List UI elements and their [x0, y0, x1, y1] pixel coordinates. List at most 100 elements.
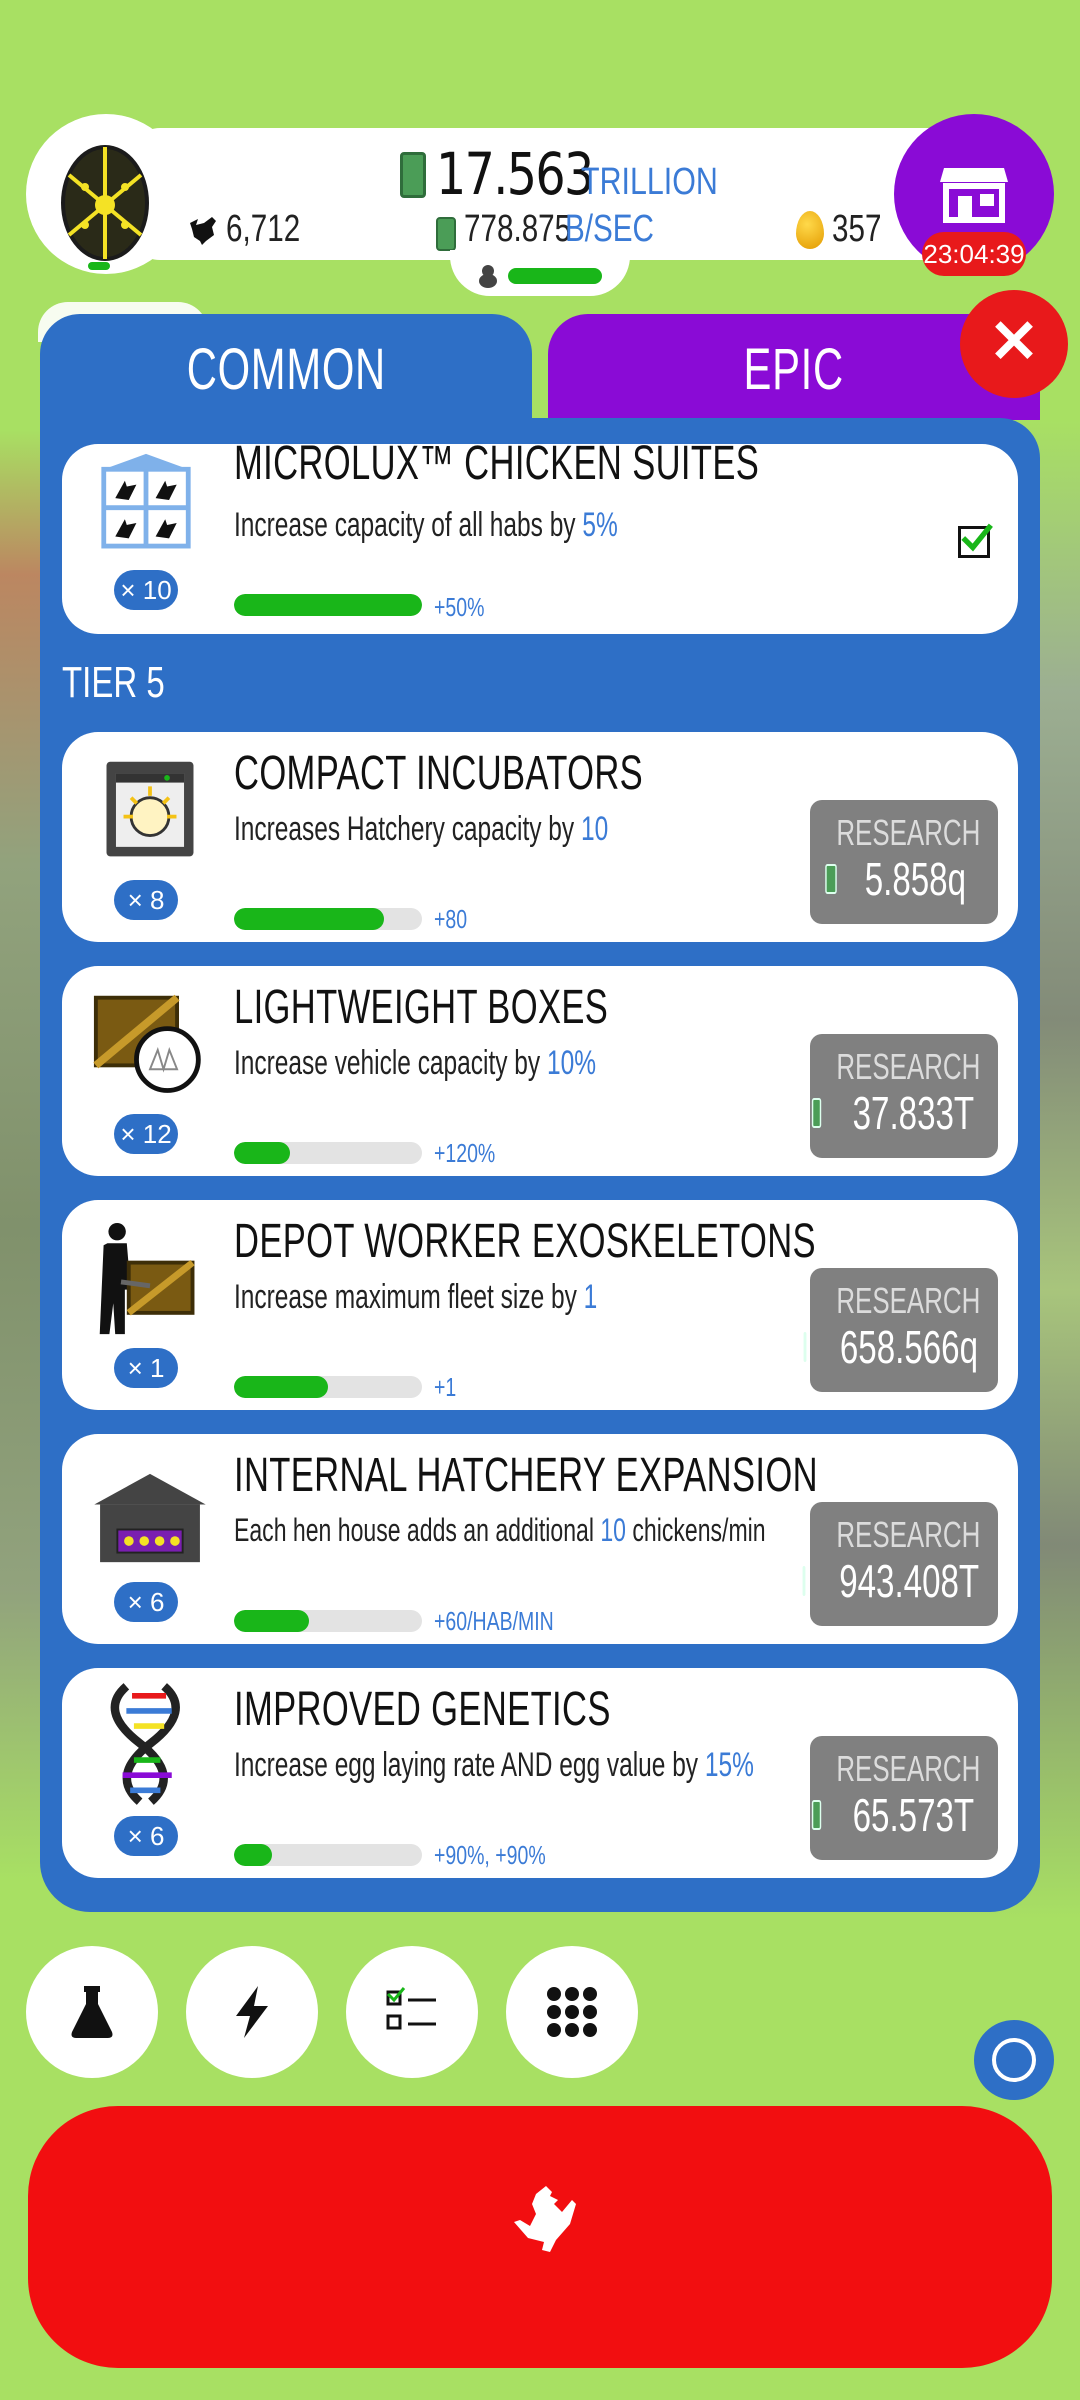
completed-checkbox: [958, 523, 993, 558]
research-progress: [234, 594, 422, 616]
enlightenment-egg-icon: [61, 145, 149, 261]
golden-egg-count: 357: [832, 208, 882, 250]
lightning-icon: [236, 1986, 268, 2038]
boosts-button[interactable]: [186, 1946, 318, 2078]
dna-icon: [110, 1683, 180, 1805]
tier-label: TIER 5: [62, 658, 165, 707]
cash-icon: [400, 152, 426, 198]
research-gain: +80: [434, 904, 468, 934]
research-progress: [234, 908, 422, 930]
research-button[interactable]: RESEARCH 5.858q: [810, 800, 998, 924]
chick-icon: [479, 265, 497, 288]
grid-menu-icon: [547, 1987, 597, 2037]
research-cost: 5.858q: [864, 853, 966, 905]
desc-text: Increase vehicle capacity by: [234, 1044, 541, 1082]
research-label: RESEARCH: [836, 1514, 981, 1555]
desc-text: Increases Hatchery capacity by: [234, 810, 575, 848]
cash-icon: [811, 1098, 822, 1128]
research-cost: 658.566q: [839, 1321, 979, 1373]
checklist-icon: [386, 1987, 436, 2030]
research-button[interactable]: RESEARCH 658.566q: [803, 1268, 998, 1392]
multiplier-badge: × 8: [114, 880, 178, 920]
research-card-compact-incubators: × 8 COMPACT INCUBATORS Increases Hatcher…: [62, 732, 1018, 942]
research-cost: 943.408T: [839, 1555, 979, 1607]
research-label: RESEARCH: [836, 1046, 981, 1087]
research-description: Increase egg laying rate AND egg value b…: [234, 1746, 754, 1785]
money-amount: 17.563: [436, 140, 594, 208]
multiplier-badge: × 6: [114, 1582, 178, 1622]
research-title: MICROLUX™ CHICKEN SUITES: [234, 437, 760, 490]
multiplier-badge: × 1: [114, 1348, 178, 1388]
research-gain: +60/HAB/MIN: [434, 1606, 554, 1636]
research-card-hatchery-expansion: × 6 INTERNAL HATCHERY EXPANSION Each hen…: [62, 1434, 1018, 1644]
rate-unit: B/SEC: [565, 208, 655, 250]
research-description: Each hen house adds an additional 10 chi…: [234, 1512, 766, 1549]
egg-indicator: [88, 262, 110, 270]
exoskeleton-worker-icon: [99, 1222, 195, 1335]
research-title: INTERNAL HATCHERY EXPANSION: [234, 1449, 818, 1502]
incubator-icon: [106, 761, 194, 857]
camera-toggle-button[interactable]: [974, 2020, 1054, 2100]
research-label: RESEARCH: [836, 1280, 981, 1321]
earning-rate: 778.875 B/SEC: [436, 208, 679, 251]
desc-text: Increase maximum fleet size by: [234, 1278, 577, 1316]
main-menu-button[interactable]: [506, 1946, 638, 2078]
close-button[interactable]: ✕: [960, 290, 1068, 398]
research-description: Increases Hatchery capacity by 10: [234, 810, 608, 849]
chicken-icon: [190, 216, 216, 245]
research-description: Increase capacity of all habs by 5%: [234, 506, 618, 545]
research-gain: +50%: [434, 592, 485, 622]
research-lab-button[interactable]: [26, 1946, 158, 2078]
desc-suffix: chickens/min: [632, 1512, 766, 1548]
money-unit: TRILLION: [580, 161, 718, 203]
research-progress: [234, 1610, 422, 1632]
multiplier-badge: × 10: [114, 570, 178, 610]
chicken-count: 6,712: [226, 208, 301, 250]
checkmark-icon: [961, 523, 993, 552]
tab-common-label: COMMON: [186, 337, 386, 402]
desc-value: 15%: [704, 1746, 754, 1784]
research-title: IMPROVED GENETICS: [234, 1683, 611, 1736]
chicken-suites-icon: [101, 453, 191, 549]
cash-icon: [824, 864, 837, 894]
research-description: Increase maximum fleet size by 1: [234, 1278, 597, 1317]
research-button[interactable]: RESEARCH 943.408T: [802, 1502, 998, 1626]
research-description: Increase vehicle capacity by 10%: [234, 1044, 596, 1083]
desc-text: Increase capacity of all habs by: [234, 506, 576, 544]
ring-icon: [992, 2038, 1036, 2082]
research-gain: +1: [434, 1372, 457, 1402]
progress-fill: [234, 1376, 328, 1398]
desc-value: 10: [600, 1512, 626, 1548]
tab-epic-label: EPIC: [743, 337, 845, 402]
research-card-microlux: × 10 MICROLUX™ CHICKEN SUITES Increase c…: [62, 437, 1018, 634]
drone-progress-bar: [508, 268, 602, 284]
research-progress: [234, 1376, 422, 1398]
golden-egg-counter: 357: [796, 208, 895, 251]
cash-icon: [436, 216, 456, 251]
desc-value: 10: [580, 810, 609, 848]
multiplier-badge: × 6: [114, 1816, 178, 1856]
tab-common[interactable]: COMMON: [40, 314, 532, 444]
research-label: RESEARCH: [836, 1748, 981, 1789]
research-cost: 65.573T: [852, 1789, 975, 1841]
research-button[interactable]: RESEARCH 65.573T: [810, 1736, 998, 1860]
cash-icon: [802, 1566, 806, 1596]
desc-value: 1: [583, 1278, 598, 1316]
research-card-lightweight-boxes: × 12 LIGHTWEIGHT BOXES Increase vehicle …: [62, 966, 1018, 1176]
desc-text: Each hen house adds an additional: [234, 1512, 594, 1548]
shop-timer: 23:04:39: [922, 232, 1026, 276]
research-progress: [234, 1142, 422, 1164]
progress-fill: [234, 594, 422, 616]
cash-icon: [803, 1332, 807, 1362]
research-gain: +90%, +90%: [434, 1840, 546, 1870]
research-title: COMPACT INCUBATORS: [234, 747, 644, 800]
flask-icon: [71, 1986, 113, 2038]
research-card-improved-genetics: × 6 IMPROVED GENETICS Increase egg layin…: [62, 1668, 1018, 1878]
research-gain: +120%: [434, 1138, 496, 1168]
hatch-chicken-button[interactable]: [28, 2106, 1052, 2368]
research-button[interactable]: RESEARCH 37.833T: [810, 1034, 998, 1158]
chicken-counter: 6,712: [186, 208, 321, 251]
desc-text: Increase egg laying rate AND egg value b…: [234, 1746, 699, 1784]
research-label: RESEARCH: [836, 812, 981, 853]
missions-button[interactable]: [346, 1946, 478, 2078]
